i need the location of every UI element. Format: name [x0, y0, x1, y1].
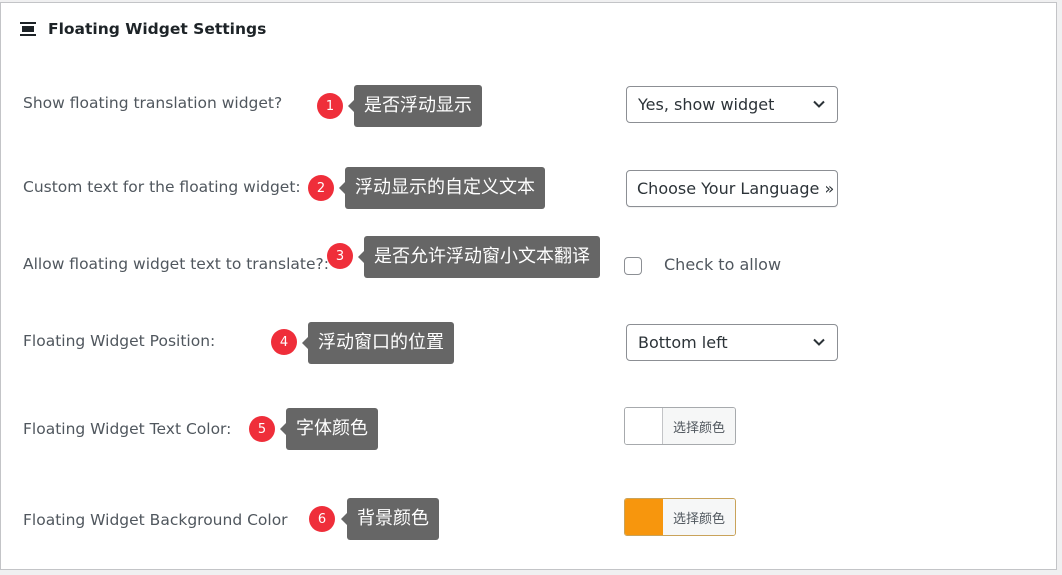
panel-header: Floating Widget Settings [20, 17, 266, 41]
annotation-badge-3: 3 [327, 243, 353, 269]
text-color-swatch[interactable] [625, 408, 663, 444]
annotation-badge-6: 6 [309, 506, 335, 532]
annotation-tooltip-4: 浮动窗口的位置 [302, 322, 454, 364]
show-widget-label: Show floating translation widget? [23, 94, 283, 112]
text-color-select-button[interactable]: 选择颜色 [663, 408, 735, 444]
allow-translate-label: Allow floating widget text to translate?… [23, 255, 329, 273]
custom-text-input[interactable]: Choose Your Language » [626, 170, 838, 207]
background-color-select-button[interactable]: 选择颜色 [663, 499, 735, 535]
annotation-badge-4: 4 [271, 329, 297, 355]
panel-title: Floating Widget Settings [48, 20, 267, 38]
background-color-swatch[interactable] [625, 499, 663, 535]
annotation-tooltip-5: 字体颜色 [280, 408, 378, 450]
chevron-down-icon [813, 338, 825, 346]
text-color-picker[interactable]: 选择颜色 [624, 407, 736, 445]
annotation-tooltip-6: 背景颜色 [341, 498, 439, 540]
custom-text-label: Custom text for the floating widget: [23, 178, 301, 196]
text-color-label: Floating Widget Text Color: [23, 420, 232, 438]
show-widget-select-value: Yes, show widget [638, 95, 775, 114]
widget-position-select[interactable]: Bottom left [626, 324, 838, 361]
allow-translate-checkbox-label[interactable]: Check to allow [664, 255, 781, 274]
floating-widget-settings-panel: Floating Widget Settings [0, 2, 1057, 570]
background-color-label: Floating Widget Background Color [23, 511, 288, 529]
chevron-down-icon [813, 100, 825, 108]
widget-position-label: Floating Widget Position: [23, 332, 216, 350]
widget-position-select-value: Bottom left [638, 333, 728, 352]
annotation-tooltip-1: 是否浮动显示 [348, 85, 482, 127]
show-widget-select[interactable]: Yes, show widget [626, 86, 838, 123]
background-color-picker[interactable]: 选择颜色 [624, 498, 736, 536]
annotation-tooltip-2: 浮动显示的自定义文本 [339, 167, 545, 209]
allow-translate-checkbox[interactable] [624, 257, 642, 275]
annotation-badge-2: 2 [308, 175, 334, 201]
annotation-badge-5: 5 [249, 416, 275, 442]
widget-layout-icon [20, 21, 36, 37]
annotation-tooltip-3: 是否允许浮动窗小文本翻译 [358, 236, 600, 278]
annotation-badge-1: 1 [317, 93, 343, 119]
